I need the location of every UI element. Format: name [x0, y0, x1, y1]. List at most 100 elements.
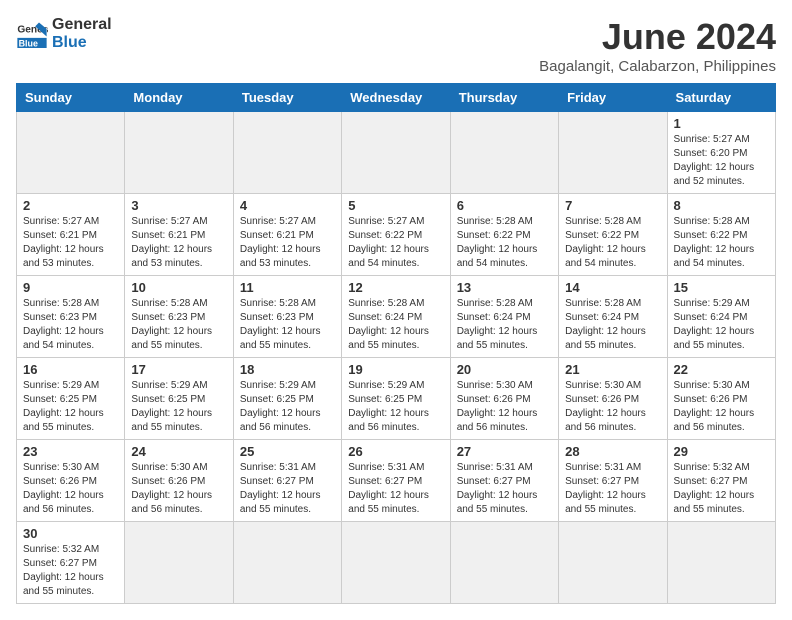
calendar-cell	[342, 112, 450, 194]
calendar-cell: 15 Sunrise: 5:29 AM Sunset: 6:24 PM Dayli…	[667, 276, 775, 358]
month-title: June 2024	[539, 16, 776, 58]
calendar-cell	[667, 522, 775, 604]
calendar-cell: 29 Sunrise: 5:32 AM Sunset: 6:27 PM Dayli…	[667, 440, 775, 522]
calendar-cell: 22 Sunrise: 5:30 AM Sunset: 6:26 PM Dayli…	[667, 358, 775, 440]
day-number: 27	[457, 444, 552, 459]
day-info: Sunrise: 5:27 AM Sunset: 6:21 PM Dayligh…	[240, 215, 335, 271]
day-info: Sunrise: 5:28 AM Sunset: 6:24 PM Dayligh…	[565, 297, 660, 353]
calendar-cell: 9 Sunrise: 5:28 AM Sunset: 6:23 PM Daylig…	[17, 276, 125, 358]
calendar-cell: 25Sunrise: 5:31 AM Sunset: 6:27 PM Dayli…	[233, 440, 341, 522]
day-number: 28	[565, 444, 660, 459]
logo-blue-text: Blue	[52, 34, 112, 52]
calendar-cell: 21Sunrise: 5:30 AM Sunset: 6:26 PM Dayli…	[559, 358, 667, 440]
calendar-cell	[342, 522, 450, 604]
calendar-week-row: 16 Sunrise: 5:29 AM Sunset: 6:25 PM Dayli…	[17, 358, 776, 440]
calendar-cell	[233, 522, 341, 604]
day-number: 22	[674, 362, 769, 377]
day-number: 24	[131, 444, 226, 459]
day-info: Sunrise: 5:28 AM Sunset: 6:23 PM Dayligh…	[23, 297, 118, 353]
day-number: 11	[240, 280, 335, 295]
day-info: Sunrise: 5:30 AM Sunset: 6:26 PM Dayligh…	[131, 461, 226, 517]
day-info: Sunrise: 5:28 AM Sunset: 6:23 PM Dayligh…	[131, 297, 226, 353]
day-number: 17	[131, 362, 226, 377]
day-number: 8	[674, 198, 769, 213]
day-number: 9	[23, 280, 118, 295]
day-number: 1	[674, 116, 769, 131]
calendar-cell: 14Sunrise: 5:28 AM Sunset: 6:24 PM Dayli…	[559, 276, 667, 358]
calendar-cell: 7Sunrise: 5:28 AM Sunset: 6:22 PM Daylig…	[559, 194, 667, 276]
day-info: Sunrise: 5:31 AM Sunset: 6:27 PM Dayligh…	[240, 461, 335, 517]
day-info: Sunrise: 5:32 AM Sunset: 6:27 PM Dayligh…	[23, 543, 118, 599]
calendar-cell	[233, 112, 341, 194]
day-number: 23	[23, 444, 118, 459]
day-info: Sunrise: 5:28 AM Sunset: 6:22 PM Dayligh…	[457, 215, 552, 271]
day-header-sunday: Sunday	[17, 84, 125, 112]
calendar-cell: 20 Sunrise: 5:30 AM Sunset: 6:26 PM Dayli…	[450, 358, 558, 440]
calendar-cell: 3Sunrise: 5:27 AM Sunset: 6:21 PM Daylig…	[125, 194, 233, 276]
day-info: Sunrise: 5:27 AM Sunset: 6:20 PM Dayligh…	[674, 133, 769, 189]
day-number: 29	[674, 444, 769, 459]
day-info: Sunrise: 5:32 AM Sunset: 6:27 PM Dayligh…	[674, 461, 769, 517]
calendar-cell: 16 Sunrise: 5:29 AM Sunset: 6:25 PM Dayli…	[17, 358, 125, 440]
day-number: 20	[457, 362, 552, 377]
day-info: Sunrise: 5:31 AM Sunset: 6:27 PM Dayligh…	[565, 461, 660, 517]
logo: General Blue General Blue	[16, 16, 112, 51]
page-header: General Blue General Blue June 2024 Baga…	[16, 16, 776, 75]
day-number: 21	[565, 362, 660, 377]
day-header-monday: Monday	[125, 84, 233, 112]
calendar-cell: 11 Sunrise: 5:28 AM Sunset: 6:23 PM Dayli…	[233, 276, 341, 358]
calendar-cell: 27 Sunrise: 5:31 AM Sunset: 6:27 PM Dayli…	[450, 440, 558, 522]
calendar-cell: 28 Sunrise: 5:31 AM Sunset: 6:27 PM Dayli…	[559, 440, 667, 522]
calendar-cell: 26Sunrise: 5:31 AM Sunset: 6:27 PM Dayli…	[342, 440, 450, 522]
day-info: Sunrise: 5:29 AM Sunset: 6:24 PM Dayligh…	[674, 297, 769, 353]
calendar-cell: 10 Sunrise: 5:28 AM Sunset: 6:23 PM Dayli…	[125, 276, 233, 358]
day-number: 18	[240, 362, 335, 377]
day-number: 7	[565, 198, 660, 213]
calendar-week-row: 2Sunrise: 5:27 AM Sunset: 6:21 PM Daylig…	[17, 194, 776, 276]
svg-text:Blue: Blue	[19, 38, 38, 47]
day-info: Sunrise: 5:29 AM Sunset: 6:25 PM Dayligh…	[240, 379, 335, 435]
day-number: 10	[131, 280, 226, 295]
calendar-cell: 2Sunrise: 5:27 AM Sunset: 6:21 PM Daylig…	[17, 194, 125, 276]
day-header-wednesday: Wednesday	[342, 84, 450, 112]
day-info: Sunrise: 5:30 AM Sunset: 6:26 PM Dayligh…	[457, 379, 552, 435]
calendar-cell: 12 Sunrise: 5:28 AM Sunset: 6:24 PM Dayli…	[342, 276, 450, 358]
location-title: Bagalangit, Calabarzon, Philippines	[539, 58, 776, 75]
day-info: Sunrise: 5:28 AM Sunset: 6:24 PM Dayligh…	[348, 297, 443, 353]
day-number: 15	[674, 280, 769, 295]
calendar-cell: 17Sunrise: 5:29 AM Sunset: 6:25 PM Dayli…	[125, 358, 233, 440]
day-number: 12	[348, 280, 443, 295]
calendar-cell: 8 Sunrise: 5:28 AM Sunset: 6:22 PM Daylig…	[667, 194, 775, 276]
calendar-cell: 23 Sunrise: 5:30 AM Sunset: 6:26 PM Dayli…	[17, 440, 125, 522]
calendar-cell	[450, 522, 558, 604]
day-info: Sunrise: 5:27 AM Sunset: 6:22 PM Dayligh…	[348, 215, 443, 271]
day-number: 26	[348, 444, 443, 459]
day-number: 30	[23, 526, 118, 541]
day-number: 16	[23, 362, 118, 377]
calendar-cell: 1 Sunrise: 5:27 AM Sunset: 6:20 PM Daylig…	[667, 112, 775, 194]
calendar-cell	[559, 112, 667, 194]
calendar-cell	[125, 112, 233, 194]
calendar-cell: 13Sunrise: 5:28 AM Sunset: 6:24 PM Dayli…	[450, 276, 558, 358]
day-info: Sunrise: 5:30 AM Sunset: 6:26 PM Dayligh…	[23, 461, 118, 517]
day-info: Sunrise: 5:28 AM Sunset: 6:22 PM Dayligh…	[674, 215, 769, 271]
day-info: Sunrise: 5:30 AM Sunset: 6:26 PM Dayligh…	[674, 379, 769, 435]
day-info: Sunrise: 5:28 AM Sunset: 6:23 PM Dayligh…	[240, 297, 335, 353]
title-area: June 2024 Bagalangit, Calabarzon, Philip…	[539, 16, 776, 75]
day-number: 13	[457, 280, 552, 295]
day-info: Sunrise: 5:31 AM Sunset: 6:27 PM Dayligh…	[457, 461, 552, 517]
calendar-cell	[450, 112, 558, 194]
day-number: 6	[457, 198, 552, 213]
calendar-cell: 24 Sunrise: 5:30 AM Sunset: 6:26 PM Dayli…	[125, 440, 233, 522]
calendar-cell	[125, 522, 233, 604]
calendar-cell: 4 Sunrise: 5:27 AM Sunset: 6:21 PM Daylig…	[233, 194, 341, 276]
day-header-thursday: Thursday	[450, 84, 558, 112]
calendar-week-row: 9 Sunrise: 5:28 AM Sunset: 6:23 PM Daylig…	[17, 276, 776, 358]
day-info: Sunrise: 5:29 AM Sunset: 6:25 PM Dayligh…	[23, 379, 118, 435]
calendar-cell: 18 Sunrise: 5:29 AM Sunset: 6:25 PM Dayli…	[233, 358, 341, 440]
calendar-cell: 30 Sunrise: 5:32 AM Sunset: 6:27 PM Dayli…	[17, 522, 125, 604]
day-number: 4	[240, 198, 335, 213]
day-number: 3	[131, 198, 226, 213]
calendar-cell: 19Sunrise: 5:29 AM Sunset: 6:25 PM Dayli…	[342, 358, 450, 440]
day-info: Sunrise: 5:29 AM Sunset: 6:25 PM Dayligh…	[348, 379, 443, 435]
